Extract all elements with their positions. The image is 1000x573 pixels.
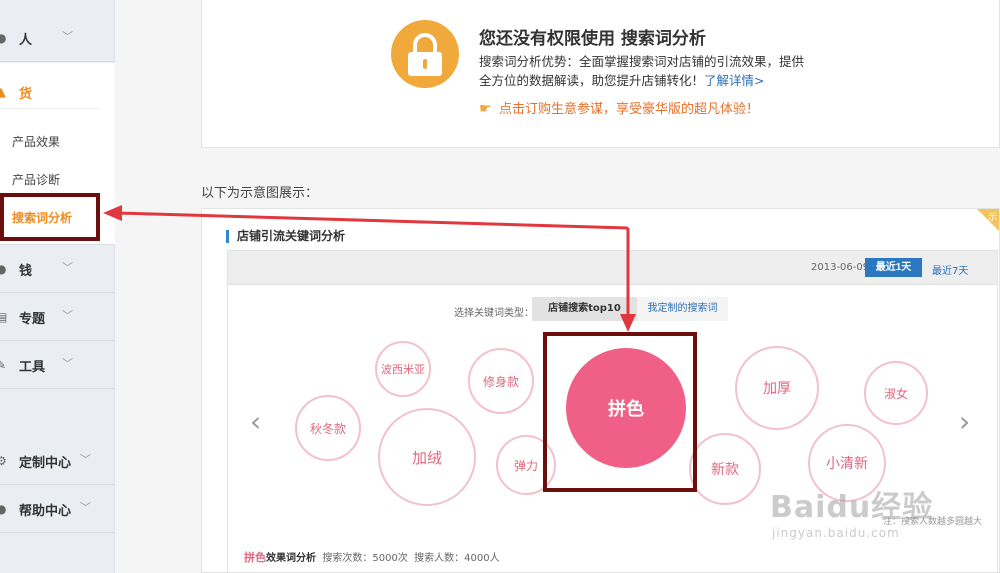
sidebar-group-help-center[interactable]: ● 帮助中心 ﹀ <box>0 485 115 533</box>
sidebar-group-label: 钱 <box>19 264 33 279</box>
tool-icon: ✎ <box>0 358 7 372</box>
keyword-bubble[interactable]: 秋冬款 <box>295 395 361 461</box>
topic-icon: ▤ <box>0 310 8 324</box>
sidebar-group-label: 专题 <box>19 312 46 327</box>
search-count: 搜索次数：5000次 <box>322 553 408 564</box>
tab-custom-keywords[interactable]: 我定制的搜索词 <box>637 297 728 321</box>
summary-title: 效果词分析 <box>266 553 316 564</box>
chevron-down-icon: ﹀ <box>62 357 73 370</box>
sidebar-group-label: 货 <box>19 87 33 102</box>
notice-desc-line2: 全方位的数据解读，助您提升店铺转化！ <box>479 73 705 88</box>
preview-caption: 以下为示意图展示： <box>201 186 319 201</box>
keyword-bubble[interactable]: 新款 <box>689 433 761 505</box>
lock-icon <box>391 20 459 88</box>
watermark-logo: Baidu经验 <box>770 490 934 525</box>
chevron-down-icon: ﹀ <box>62 261 73 274</box>
notice-title: 您还没有权限使用 搜索词分析 <box>479 29 706 49</box>
sidebar-group-tools[interactable]: ✎ 工具 ﹀ <box>0 341 115 389</box>
sidebar-group-custom-center[interactable]: ⚙ 定制中心 ﹀ <box>0 437 115 485</box>
pointing-hand-icon: ☛ <box>479 101 492 117</box>
keyword-bubble[interactable]: 修身款 <box>468 348 534 414</box>
keyword-bubble[interactable]: 加厚 <box>735 346 819 430</box>
search-users: 搜索人数：4000人 <box>414 553 500 564</box>
bubble-highlight-box <box>543 332 697 492</box>
gear-icon: ⚙ <box>0 454 7 468</box>
sidebar: ● 人 ﹀ ▲ 货 产品效果 产品诊断 搜索词分析 ● 钱 ﹀ ▤ 专题 ﹀ ✎… <box>0 0 115 573</box>
watermark-domain: jingyan.baidu.com <box>772 526 900 540</box>
sidebar-group-label: 人 <box>19 33 33 48</box>
tab-shop-search-top10[interactable]: 店铺搜索top10 <box>532 297 637 321</box>
subscribe-promo-link[interactable]: ☛ 点击订购生意参谋，享受豪华版的超凡体验！ <box>479 98 759 117</box>
sidebar-group-label: 工具 <box>19 360 46 375</box>
chevron-right-icon[interactable]: › <box>959 405 970 438</box>
section-title: 店铺引流关键词分析 <box>226 230 345 243</box>
panel-header: 2013-06-09 最近1天 最近7天 <box>228 251 997 285</box>
keyword-type-label: 选择关键词类型： <box>454 308 534 319</box>
chevron-left-icon[interactable]: ‹ <box>250 405 261 438</box>
promo-text: 点击订购生意参谋，享受豪华版的超凡体验！ <box>499 102 760 117</box>
sidebar-item-product-effect[interactable]: 产品效果 <box>12 133 60 150</box>
chevron-down-icon: ﹀ <box>62 309 73 322</box>
sidebar-group-topic[interactable]: ▤ 专题 ﹀ <box>0 293 115 341</box>
date-label: 2013-06-09 <box>811 262 870 273</box>
corner-ribbon-text: 示 <box>987 213 997 223</box>
keyword-bubble[interactable]: 波西米亚 <box>375 341 431 397</box>
keyword-bubble[interactable]: 加绒 <box>378 408 476 506</box>
sidebar-group-label: 帮助中心 <box>19 504 72 519</box>
sidebar-highlight-box <box>0 193 100 241</box>
sidebar-item-product-diagnosis[interactable]: 产品诊断 <box>12 171 60 188</box>
chevron-down-icon: ﹀ <box>80 501 91 514</box>
recent-1-day-button[interactable]: 最近1天 <box>865 258 922 277</box>
notice-description: 搜索词分析优势：全面掌握搜索词对店铺的引流效果，提供 全方位的数据解读，助您提升… <box>479 52 839 90</box>
sidebar-group-label: 定制中心 <box>19 456 72 471</box>
learn-more-link[interactable]: 了解详情> <box>704 73 764 88</box>
chevron-down-icon: ﹀ <box>62 30 73 43</box>
notice-desc-line1: 搜索词分析优势：全面掌握搜索词对店铺的引流效果，提供 <box>479 54 805 69</box>
person-icon: ● <box>0 31 7 45</box>
sidebar-group-money[interactable]: ● 钱 ﹀ <box>0 245 115 293</box>
goods-icon: ▲ <box>0 85 6 100</box>
money-icon: ● <box>0 262 7 276</box>
sidebar-group-people[interactable]: ● 人 ﹀ <box>0 14 115 62</box>
selected-keyword: 拼色 <box>244 551 266 564</box>
help-icon: ● <box>0 502 7 516</box>
sidebar-group-goods[interactable]: ▲ 货 <box>0 77 100 109</box>
baidu-watermark: Baidu经验 jingyan.baidu.com <box>770 482 933 540</box>
chevron-down-icon: ﹀ <box>80 453 91 466</box>
keyword-bubble[interactable]: 淑女 <box>864 361 928 425</box>
page-root: ● 人 ﹀ ▲ 货 产品效果 产品诊断 搜索词分析 ● 钱 ﹀ ▤ 专题 ﹀ ✎… <box>0 0 1000 573</box>
recent-7-days-button[interactable]: 最近7天 <box>932 262 968 277</box>
keyword-effect-summary: 拼色效果词分析 搜索次数：5000次 搜索人数：4000人 <box>244 549 500 565</box>
